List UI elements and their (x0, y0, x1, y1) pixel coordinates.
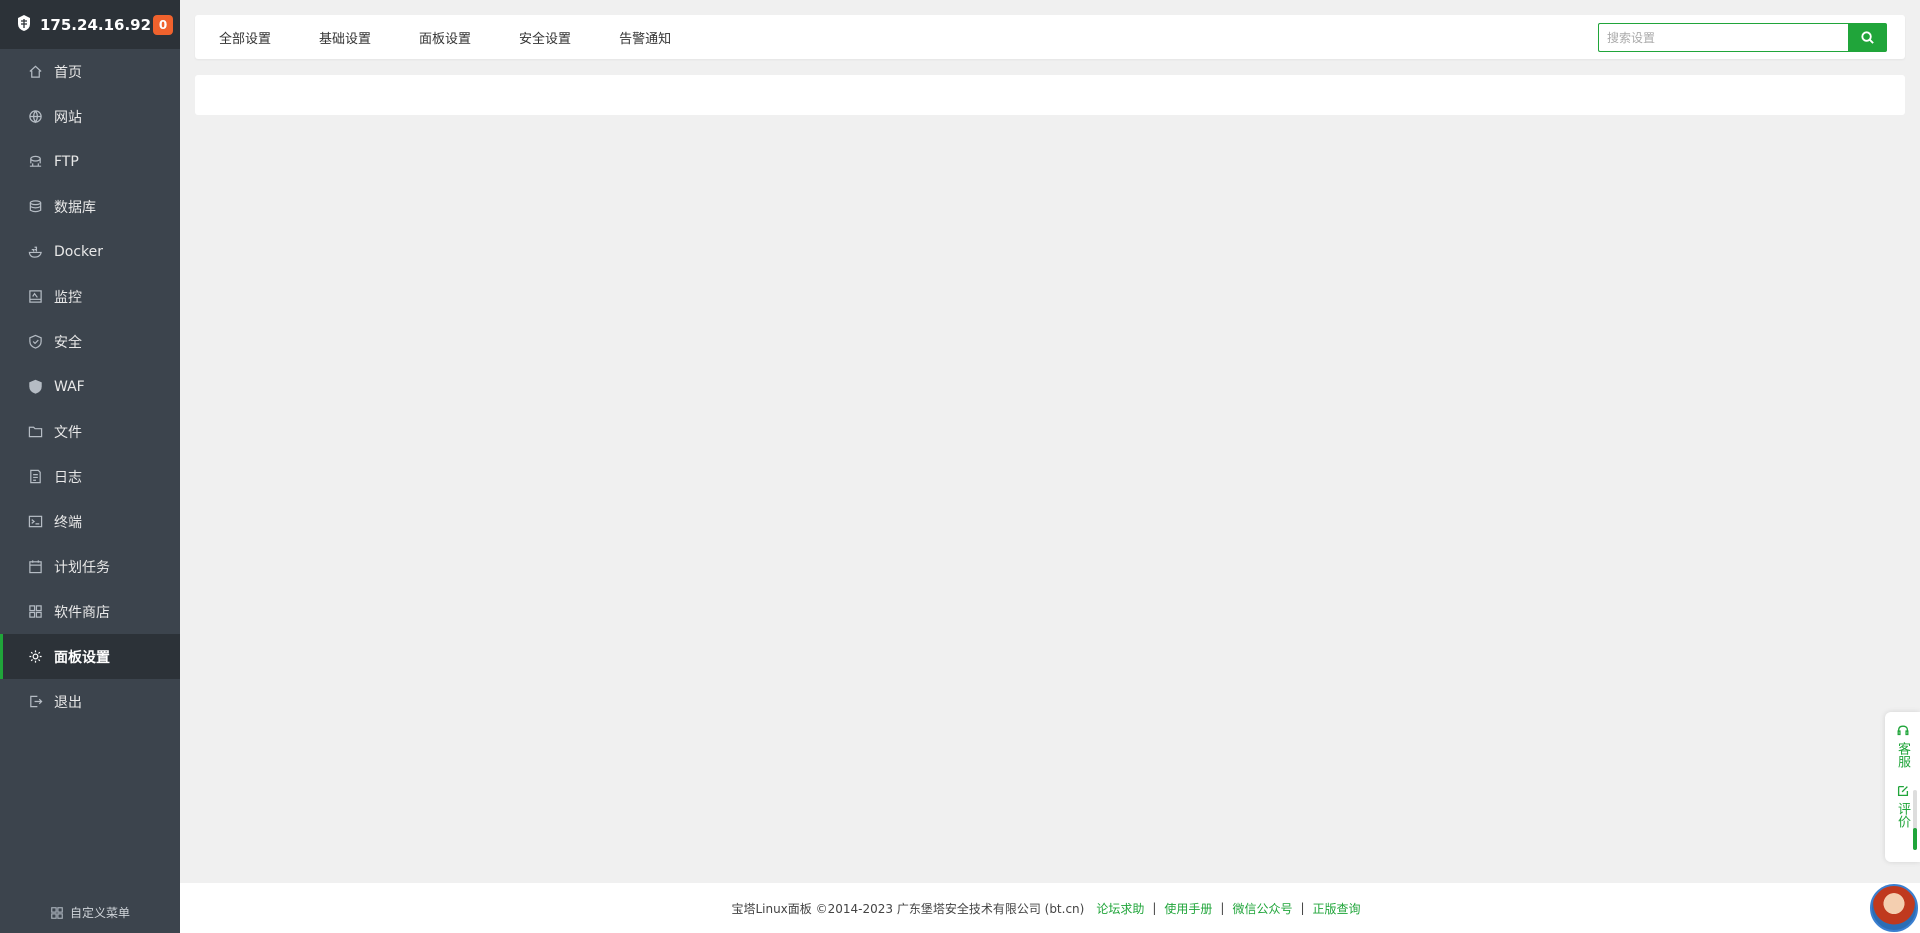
database-icon (27, 199, 43, 215)
apps-grid-icon (27, 604, 43, 620)
settings-tabs: 全部设置 基础设置 面板设置 安全设置 告警通知 (195, 15, 719, 59)
terminal-icon (27, 514, 43, 530)
server-header[interactable]: 175.24.16.92 0 (0, 0, 180, 49)
customer-service-label: 客服 (1895, 742, 1910, 768)
sidebar-item-logout[interactable]: 退出 (0, 679, 180, 724)
docker-icon (27, 244, 43, 260)
floating-help-panel: 客服 评价 (1885, 712, 1920, 862)
footer-link-license[interactable]: 正版查询 (1313, 900, 1361, 917)
tab-panel-settings[interactable]: 面板设置 (419, 15, 471, 59)
custom-menu-button[interactable]: 自定义菜单 (0, 904, 180, 921)
gear-icon (27, 649, 43, 665)
sidebar-item-label: 计划任务 (54, 559, 110, 576)
settings-content (195, 75, 1905, 115)
edit-icon (1897, 785, 1908, 797)
sidebar-item-label: 软件商店 (54, 604, 110, 621)
home-icon (27, 64, 43, 80)
sidebar-item-label: Docker (54, 243, 104, 260)
footer-link-manual[interactable]: 使用手册 (1164, 900, 1212, 917)
footer-divider: | (1220, 901, 1225, 915)
sidebar-item-panel-settings[interactable]: 面板设置 (0, 634, 180, 679)
review-button[interactable]: 评价 (1895, 784, 1910, 828)
sidebar-item-website[interactable]: 网站 (0, 94, 180, 139)
search-icon (1861, 31, 1874, 44)
settings-search (1598, 23, 1887, 52)
log-icon (27, 469, 43, 485)
sidebar-item-label: 日志 (54, 469, 82, 486)
sidebar-item-monitor[interactable]: 监控 (0, 274, 180, 319)
sidebar-item-docker[interactable]: Docker (0, 229, 180, 274)
custom-menu-label: 自定义菜单 (69, 906, 130, 920)
sidebar-item-label: 文件 (54, 424, 82, 441)
sidebar-item-waf[interactable]: WAF (0, 364, 180, 409)
sidebar-item-label: 数据库 (54, 199, 96, 216)
sidebar-item-files[interactable]: 文件 (0, 409, 180, 454)
tab-all-settings[interactable]: 全部设置 (219, 15, 271, 59)
footer-link-wechat[interactable]: 微信公众号 (1232, 900, 1292, 917)
shield-icon (27, 334, 43, 350)
sidebar-item-label: 面板设置 (54, 649, 110, 666)
customer-service-button[interactable]: 客服 (1895, 724, 1910, 768)
grid-icon (51, 906, 63, 919)
sidebar-item-database[interactable]: 数据库 (0, 184, 180, 229)
tab-security-settings[interactable]: 安全设置 (519, 15, 571, 59)
sidebar-item-label: 退出 (54, 694, 82, 711)
sidebar-item-ftp[interactable]: FTP (0, 139, 180, 184)
footer-divider: | (1152, 901, 1157, 915)
sidebar-item-label: FTP (54, 153, 79, 170)
sidebar-item-label: 监控 (54, 289, 82, 306)
sidebar-item-label: WAF (54, 378, 85, 395)
settings-tab-bar: 全部设置 基础设置 面板设置 安全设置 告警通知 (195, 15, 1905, 59)
bt-logo-icon (16, 14, 32, 36)
review-label: 评价 (1895, 802, 1910, 828)
sidebar-item-app-store[interactable]: 软件商店 (0, 589, 180, 634)
headset-icon (1897, 725, 1908, 736)
globe-icon (27, 109, 43, 125)
sidebar-item-home[interactable]: 首页 (0, 49, 180, 94)
search-button[interactable] (1848, 23, 1887, 52)
sidebar-item-terminal[interactable]: 终端 (0, 499, 180, 544)
sidebar-item-label: 终端 (54, 514, 82, 531)
calendar-icon (27, 559, 43, 575)
assistant-avatar[interactable] (1870, 884, 1918, 932)
folder-icon (27, 424, 43, 440)
sidebar-item-cron[interactable]: 计划任务 (0, 544, 180, 589)
logout-icon (27, 694, 43, 710)
sidebar-item-logs[interactable]: 日志 (0, 454, 180, 499)
panel-scrollbar[interactable] (1913, 790, 1917, 850)
server-ip: 175.24.16.92 (40, 15, 152, 34)
sidebar-item-label: 首页 (54, 64, 82, 81)
tab-alert-notifications[interactable]: 告警通知 (619, 15, 671, 59)
footer-link-forum[interactable]: 论坛求助 (1096, 900, 1144, 917)
footer-copyright: 宝塔Linux面板 ©2014-2023 广东堡塔安全技术有限公司 (bt.cn… (731, 901, 1085, 916)
sidebar-nav: 首页 网站 FTP 数据库 Docker 监控 安全 WAF 文件 日志 终端 … (0, 49, 180, 724)
monitor-icon (27, 289, 43, 305)
tab-basic-settings[interactable]: 基础设置 (319, 15, 371, 59)
sidebar-item-security[interactable]: 安全 (0, 319, 180, 364)
ftp-icon (27, 154, 43, 170)
notification-badge[interactable]: 0 (153, 15, 173, 35)
sidebar-item-label: 安全 (54, 334, 82, 351)
footer-divider: | (1300, 901, 1305, 915)
waf-shield-icon (27, 379, 43, 395)
sidebar: 175.24.16.92 0 首页 网站 FTP 数据库 Docker 监控 安… (0, 0, 180, 933)
footer: 宝塔Linux面板 ©2014-2023 广东堡塔安全技术有限公司 (bt.cn… (180, 883, 1920, 933)
sidebar-item-label: 网站 (54, 109, 82, 126)
search-input[interactable] (1598, 23, 1848, 52)
